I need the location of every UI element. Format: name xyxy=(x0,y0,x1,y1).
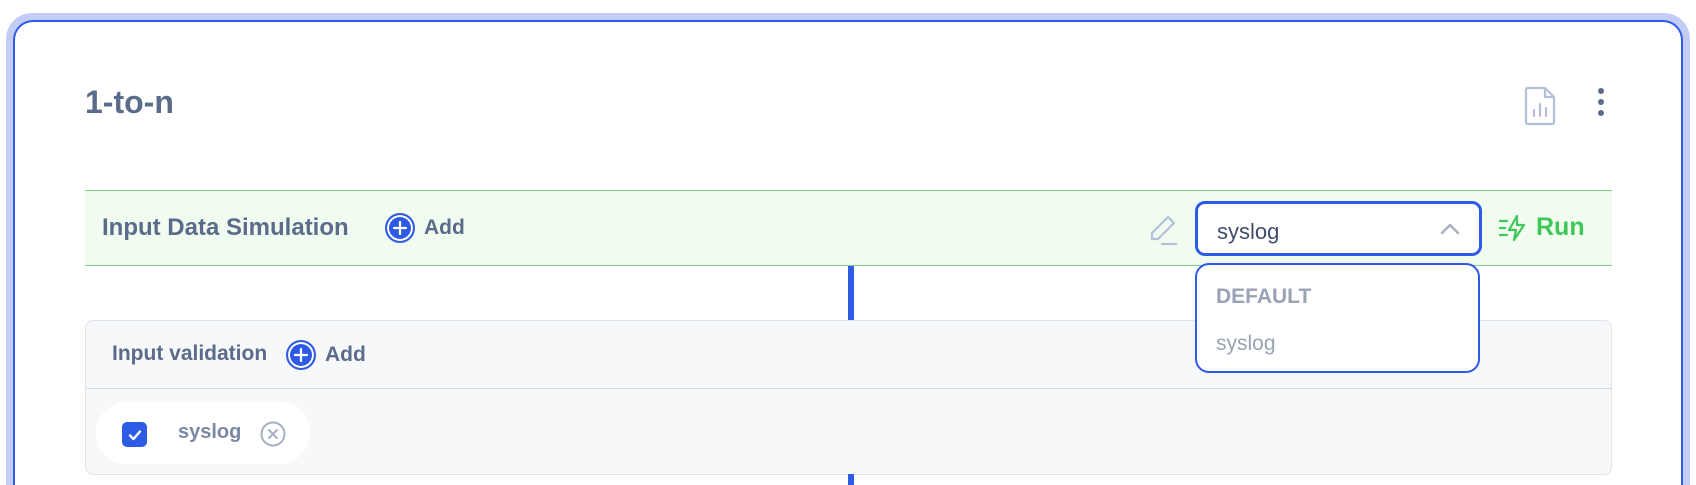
select-value: syslog xyxy=(1217,219,1280,244)
plus-circle-icon xyxy=(286,340,316,370)
plus-circle-icon xyxy=(385,213,415,243)
validation-add-button[interactable]: Add xyxy=(286,340,366,370)
pencil-icon[interactable] xyxy=(1146,213,1180,247)
simulation-add-button[interactable]: Add xyxy=(385,213,465,243)
simulation-select[interactable]: syslog xyxy=(1195,201,1482,256)
chevron-up-icon xyxy=(1440,223,1460,235)
dropdown-option-syslog[interactable]: syslog xyxy=(1216,332,1276,356)
validation-item-checkbox[interactable] xyxy=(122,422,147,447)
checkmark-icon xyxy=(128,429,141,440)
connector-line-bottom xyxy=(848,474,854,485)
simulation-dropdown-menu: DEFAULT syslog xyxy=(1195,263,1480,373)
page-title: 1-to-n xyxy=(85,84,174,120)
run-button[interactable]: Run xyxy=(1499,213,1585,242)
connector-line xyxy=(848,266,854,320)
validation-title: Input validation xyxy=(112,342,268,365)
validation-item-chip: syslog xyxy=(96,402,310,464)
validation-item-label: syslog xyxy=(178,421,242,443)
report-file-icon[interactable] xyxy=(1523,86,1557,126)
more-vertical-icon[interactable] xyxy=(1593,88,1609,124)
input-data-simulation-bar: Input Data Simulation Add syslog Run xyxy=(85,190,1612,266)
run-label: Run xyxy=(1536,213,1585,241)
simulation-title: Input Data Simulation xyxy=(102,214,349,241)
validation-add-label: Add xyxy=(325,343,366,366)
simulation-add-label: Add xyxy=(424,216,465,239)
lightning-run-icon xyxy=(1499,214,1526,241)
close-circle-icon[interactable] xyxy=(259,420,287,448)
dropdown-option-default[interactable]: DEFAULT xyxy=(1216,285,1311,309)
